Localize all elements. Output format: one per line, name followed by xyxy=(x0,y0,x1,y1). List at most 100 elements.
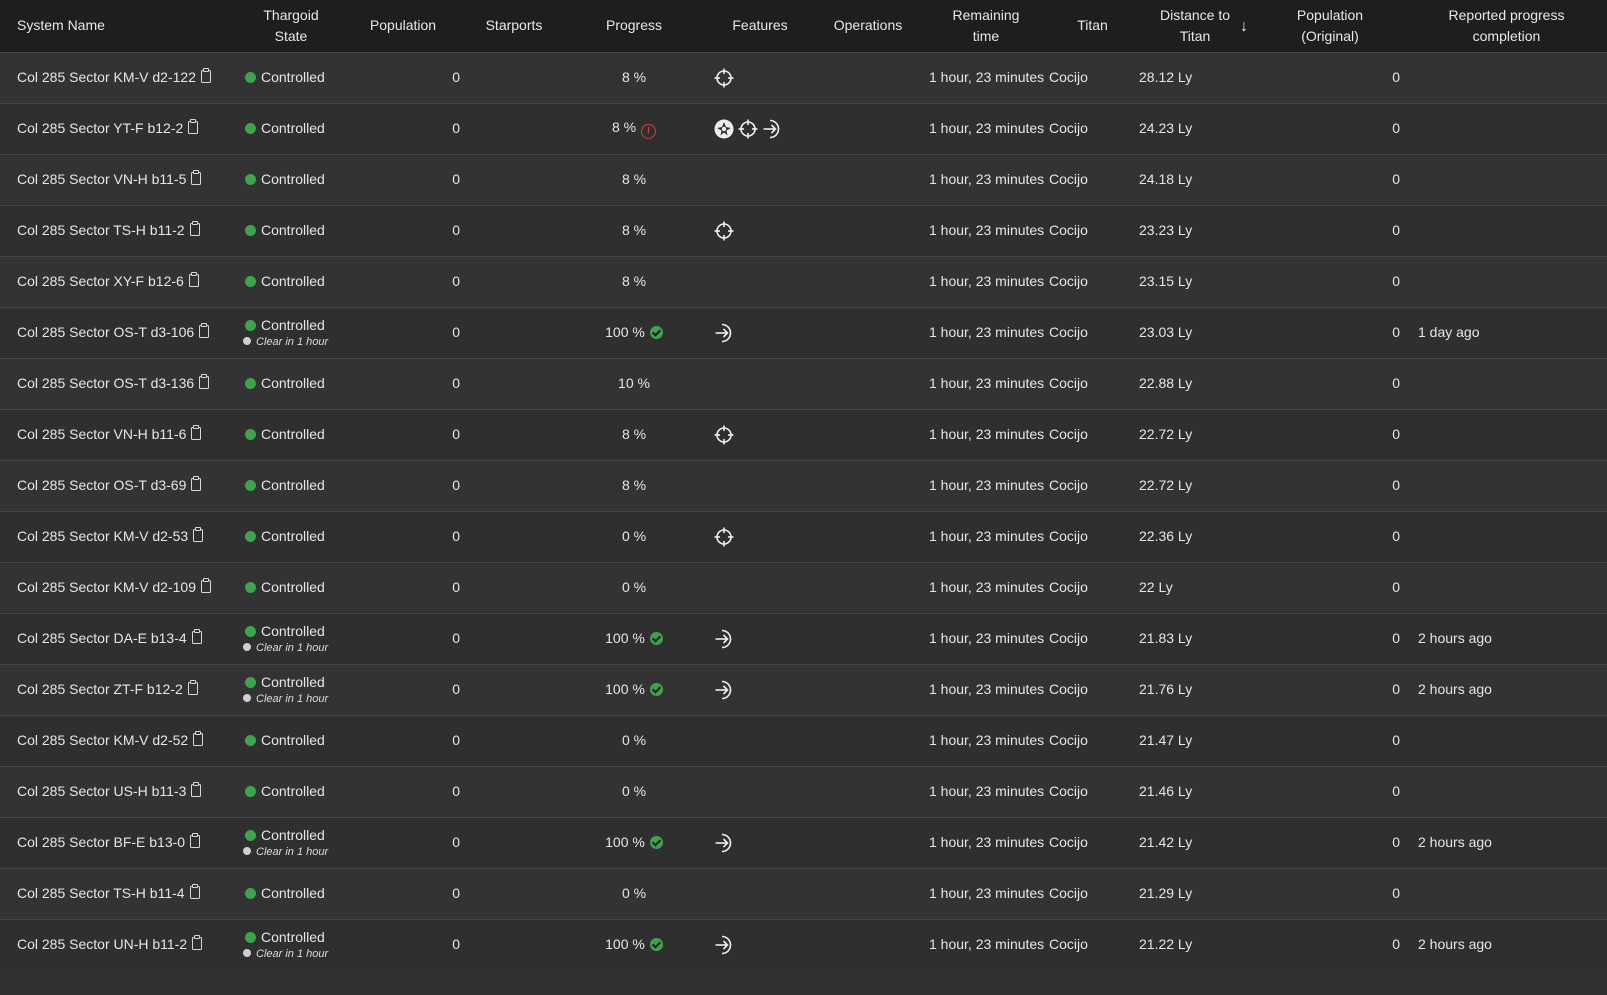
system-name-cell[interactable]: Col 285 Sector XY-F b12-6 xyxy=(0,256,243,307)
arrow-icon[interactable] xyxy=(713,628,735,650)
header-distance-to-titan[interactable]: Distance to Titan ↓ xyxy=(1136,0,1254,52)
system-name[interactable]: Col 285 Sector VN-H b11-6 xyxy=(17,426,186,442)
copy-clipboard-icon[interactable] xyxy=(191,782,202,797)
table-row[interactable]: Col 285 Sector VN-H b11-6 Controlled 0 8 % 1… xyxy=(0,409,1607,460)
copy-clipboard-icon[interactable] xyxy=(192,935,203,951)
titan-cell: Cocijo xyxy=(1049,273,1088,289)
target-icon[interactable] xyxy=(713,424,735,446)
arrow-icon[interactable] xyxy=(713,934,735,956)
copy-clipboard-icon[interactable] xyxy=(189,221,200,236)
system-name[interactable]: Col 285 Sector OS-T d3-136 xyxy=(17,375,194,391)
copy-clipboard-icon[interactable] xyxy=(191,170,202,185)
system-name[interactable]: Col 285 Sector US-H b11-3 xyxy=(17,783,186,799)
copy-clipboard-icon[interactable] xyxy=(191,425,202,440)
header-population-original[interactable]: Population (Original) xyxy=(1254,0,1406,52)
header-population[interactable]: Population xyxy=(339,0,467,52)
system-name-cell[interactable]: Col 285 Sector VN-H b11-5 xyxy=(0,154,243,205)
system-name-cell[interactable]: Col 285 Sector OS-T d3-69 xyxy=(0,460,243,511)
header-operations[interactable]: Operations xyxy=(813,0,923,52)
system-name-cell[interactable]: Col 285 Sector DA-E b13-4 xyxy=(0,613,243,664)
system-name[interactable]: Col 285 Sector KM-V d2-109 xyxy=(17,579,196,595)
table-row[interactable]: Col 285 Sector KM-V d2-122 Controlled 0 8 %… xyxy=(0,52,1607,103)
copy-clipboard-icon[interactable] xyxy=(191,629,202,644)
arrow-icon[interactable] xyxy=(713,679,735,701)
distance-cell: 21.22 Ly xyxy=(1139,936,1193,953)
controlled-status-dot xyxy=(245,676,256,688)
header-features[interactable]: Features xyxy=(707,0,813,52)
table-row[interactable]: Col 285 Sector KM-V d2-109 Controlled 0 0 %… xyxy=(0,562,1607,613)
reported-progress-cell xyxy=(1406,460,1607,511)
copy-clipboard-icon[interactable] xyxy=(199,323,210,338)
system-name[interactable]: Col 285 Sector UN-H b11-2 xyxy=(17,936,187,952)
system-name[interactable]: Col 285 Sector TS-H b11-2 xyxy=(17,222,185,238)
target-icon[interactable] xyxy=(713,526,735,548)
copy-clipboard-icon[interactable] xyxy=(200,68,211,83)
copy-clipboard-icon[interactable] xyxy=(188,119,199,134)
copy-clipboard-icon[interactable] xyxy=(190,833,201,848)
system-name-cell[interactable]: Col 285 Sector KM-V d2-122 xyxy=(0,52,243,103)
system-name-cell[interactable]: Col 285 Sector KM-V d2-53 xyxy=(0,511,243,562)
system-name[interactable]: Col 285 Sector DA-E b13-4 xyxy=(17,630,187,646)
header-starports[interactable]: Starports xyxy=(467,0,561,52)
arrow-icon[interactable] xyxy=(713,832,735,854)
table-row[interactable]: Col 285 Sector OS-T d3-69 Controlled 0 8 % 1… xyxy=(0,460,1607,511)
system-name-cell[interactable]: Col 285 Sector KM-V d2-109 xyxy=(0,562,243,613)
copy-clipboard-icon[interactable] xyxy=(200,578,211,593)
thargoid-icon[interactable] xyxy=(713,118,735,140)
table-row[interactable]: Col 285 Sector VN-H b11-5 Controlled 0 8 % 1… xyxy=(0,154,1607,205)
system-name-cell[interactable]: Col 285 Sector KM-V d2-52 xyxy=(0,715,243,766)
system-name-cell[interactable]: Col 285 Sector ZT-F b12-2 xyxy=(0,664,243,715)
arrow-icon[interactable] xyxy=(713,322,735,344)
system-name[interactable]: Col 285 Sector OS-T d3-106 xyxy=(17,324,194,340)
header-system-name[interactable]: System Name xyxy=(0,0,243,52)
header-thargoid-state[interactable]: Thargoid State xyxy=(243,0,339,52)
target-icon[interactable] xyxy=(737,118,759,140)
copy-clipboard-icon[interactable] xyxy=(189,884,200,899)
table-row[interactable]: Col 285 Sector OS-T d3-136 Controlled 0 10 … xyxy=(0,358,1607,409)
copy-clipboard-icon[interactable] xyxy=(187,680,198,695)
system-name-cell[interactable]: Col 285 Sector OS-T d3-136 xyxy=(0,358,243,409)
system-name[interactable]: Col 285 Sector YT-F b12-2 xyxy=(17,120,183,136)
table-row[interactable]: Col 285 Sector KM-V d2-53 Controlled 0 0 % 1… xyxy=(0,511,1607,562)
system-name-cell[interactable]: Col 285 Sector YT-F b12-2 xyxy=(0,103,243,154)
system-name[interactable]: Col 285 Sector OS-T d3-69 xyxy=(17,477,186,493)
system-name[interactable]: Col 285 Sector TS-H b11-4 xyxy=(17,885,185,901)
header-progress[interactable]: Progress xyxy=(561,0,707,52)
system-name[interactable]: Col 285 Sector KM-V d2-122 xyxy=(17,69,196,85)
system-name[interactable]: Col 285 Sector XY-F b12-6 xyxy=(17,273,184,289)
system-name[interactable]: Col 285 Sector BF-E b13-0 xyxy=(17,834,185,850)
copy-clipboard-icon[interactable] xyxy=(193,731,204,746)
table-row[interactable]: Col 285 Sector TS-H b11-2 Controlled 0 8 % 1… xyxy=(0,205,1607,256)
table-row[interactable]: Col 285 Sector US-H b11-3 Controlled 0 0 % 1… xyxy=(0,766,1607,817)
header-reported-progress[interactable]: Reported progress completion xyxy=(1406,0,1607,52)
arrow-icon[interactable] xyxy=(761,118,783,140)
table-row[interactable]: Col 285 Sector XY-F b12-6 Controlled 0 8 % 1… xyxy=(0,256,1607,307)
header-titan[interactable]: Titan xyxy=(1049,0,1136,52)
copy-clipboard-icon[interactable] xyxy=(191,476,202,491)
copy-clipboard-icon[interactable] xyxy=(193,527,204,542)
table-row[interactable]: Col 285 Sector KM-V d2-52 Controlled 0 0 % 1… xyxy=(0,715,1607,766)
table-row[interactable]: Col 285 Sector ZT-F b12-2 Controlled Clear… xyxy=(0,664,1607,715)
table-row[interactable]: Col 285 Sector OS-T d3-106 Controlled Clea… xyxy=(0,307,1607,358)
table-row[interactable]: Col 285 Sector UN-H b11-2 Controlled Clear… xyxy=(0,919,1607,970)
target-icon[interactable] xyxy=(713,67,735,89)
system-name-cell[interactable]: Col 285 Sector VN-H b11-6 xyxy=(0,409,243,460)
copy-clipboard-icon[interactable] xyxy=(199,374,210,389)
system-name[interactable]: Col 285 Sector KM-V d2-53 xyxy=(17,528,188,544)
system-name-cell[interactable]: Col 285 Sector US-H b11-3 xyxy=(0,766,243,817)
system-name[interactable]: Col 285 Sector KM-V d2-52 xyxy=(17,732,188,748)
table-row[interactable]: Col 285 Sector DA-E b13-4 Controlled Clear… xyxy=(0,613,1607,664)
system-name[interactable]: Col 285 Sector VN-H b11-5 xyxy=(17,171,186,187)
system-name-cell[interactable]: Col 285 Sector OS-T d3-106 xyxy=(0,307,243,358)
table-row[interactable]: Col 285 Sector BF-E b13-0 Controlled Clear… xyxy=(0,817,1607,868)
table-row[interactable]: Col 285 Sector TS-H b11-4 Controlled 0 0 % 1… xyxy=(0,868,1607,919)
copy-clipboard-icon[interactable] xyxy=(188,272,199,287)
header-remaining-time[interactable]: Remaining time xyxy=(923,0,1049,52)
system-name[interactable]: Col 285 Sector ZT-F b12-2 xyxy=(17,681,183,697)
system-name-cell[interactable]: Col 285 Sector UN-H b11-2 xyxy=(0,919,243,970)
system-name-cell[interactable]: Col 285 Sector TS-H b11-4 xyxy=(0,868,243,919)
target-icon[interactable] xyxy=(713,220,735,242)
system-name-cell[interactable]: Col 285 Sector TS-H b11-2 xyxy=(0,205,243,256)
system-name-cell[interactable]: Col 285 Sector BF-E b13-0 xyxy=(0,817,243,868)
table-row[interactable]: Col 285 Sector YT-F b12-2 Controlled 0 8 %!… xyxy=(0,103,1607,154)
